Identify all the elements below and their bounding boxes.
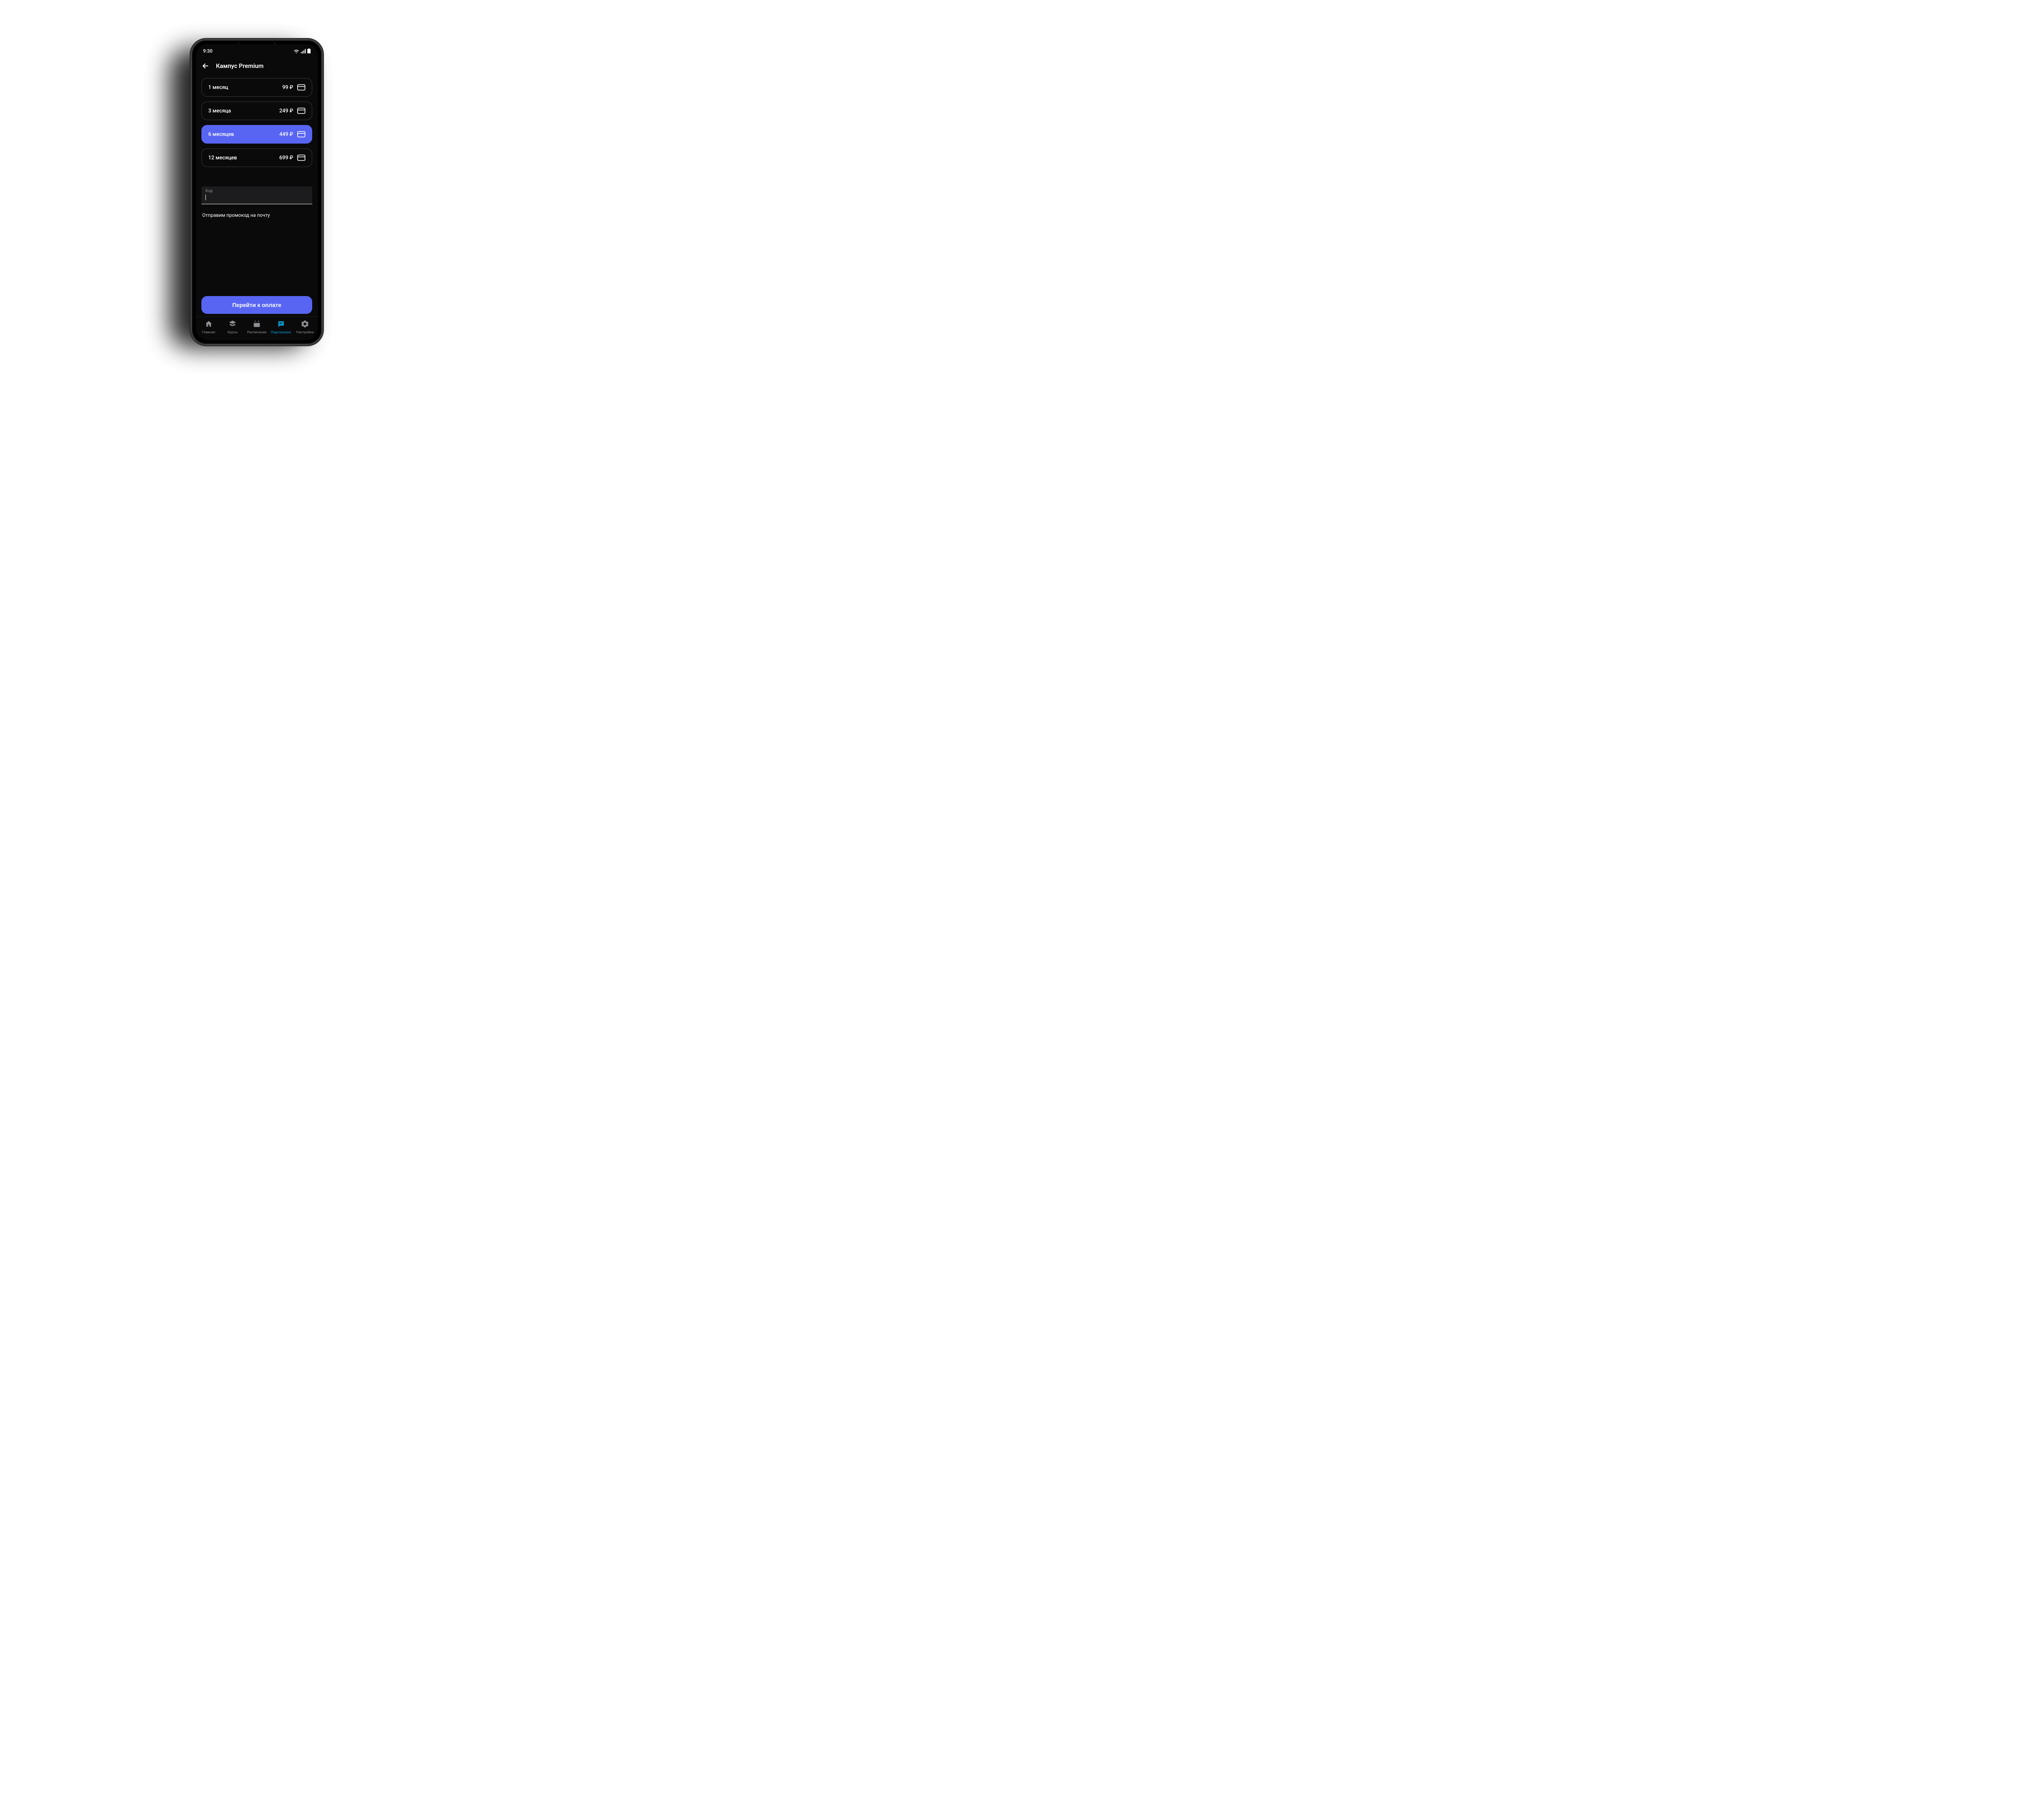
battery-icon: [307, 49, 311, 53]
status-bar: 9:30: [196, 44, 318, 58]
page-title: Кампус Premium: [216, 62, 264, 70]
tab-главная[interactable]: Главная: [197, 320, 221, 334]
card-icon: [297, 154, 305, 161]
status-time: 9:30: [203, 48, 213, 54]
screen: 9:30 Кампус Premium 1 месяц 99 ₽ 3 месяц…: [196, 44, 318, 340]
tab-icon-0: [205, 320, 213, 329]
tab-label: Главная: [202, 330, 215, 334]
plan-label: 12 месяцев: [208, 155, 237, 161]
back-icon[interactable]: [201, 62, 209, 70]
status-icons: [294, 49, 311, 53]
tab-label: Настройки: [296, 330, 314, 334]
tab-icon-1: [228, 320, 237, 329]
card-icon: [297, 108, 305, 114]
tab-label: Расписание: [247, 330, 266, 334]
content: 1 месяц 99 ₽ 3 месяца 249 ₽ 6 месяцев 44…: [196, 76, 318, 291]
plan-label: 1 месяц: [208, 85, 228, 91]
card-icon: [297, 131, 305, 138]
signal-icon: [301, 49, 306, 53]
plan-label: 3 месяца: [208, 108, 231, 114]
app-header: Кампус Premium: [196, 58, 318, 76]
plan-option-3[interactable]: 12 месяцев 699 ₽: [201, 148, 312, 167]
tab-label: Подслушано: [271, 330, 291, 334]
plan-option-0[interactable]: 1 месяц 99 ₽: [201, 78, 312, 97]
footer: Перейти к оплате: [196, 291, 318, 316]
plan-price: 249 ₽: [279, 108, 293, 114]
plan-label: 6 месяцев: [208, 131, 234, 138]
phone-frame: 9:30 Кампус Premium 1 месяц 99 ₽ 3 месяц…: [190, 38, 324, 346]
card-icon: [297, 84, 305, 91]
tab-icon-4: [301, 320, 309, 329]
tab-bar: Главная Курсы Расписание Подслушано Настройк…: [196, 316, 318, 340]
plan-price: 449 ₽: [279, 131, 293, 138]
tab-курсы[interactable]: Курсы: [221, 320, 245, 334]
plan-option-1[interactable]: 3 месяца 249 ₽: [201, 102, 312, 120]
plan-price: 699 ₽: [279, 155, 293, 161]
promo-link[interactable]: Отправим промокод на почту: [201, 212, 312, 218]
pay-button[interactable]: Перейти к оплате: [201, 296, 312, 314]
promo-code-field[interactable]: Код: [201, 186, 312, 204]
plan-price: 99 ₽: [282, 85, 293, 91]
tab-настройки[interactable]: Настройки: [293, 320, 317, 334]
tab-label: Курсы: [228, 330, 238, 334]
tab-icon-2: [253, 320, 261, 329]
tab-icon-3: [277, 320, 285, 329]
promo-label: Код: [205, 189, 308, 193]
promo-input[interactable]: [206, 195, 308, 201]
wifi-icon: [294, 49, 299, 53]
tab-подслушано[interactable]: Подслушано: [269, 320, 293, 334]
tab-расписание[interactable]: Расписание: [245, 320, 269, 334]
plan-option-2[interactable]: 6 месяцев 449 ₽: [201, 125, 312, 144]
